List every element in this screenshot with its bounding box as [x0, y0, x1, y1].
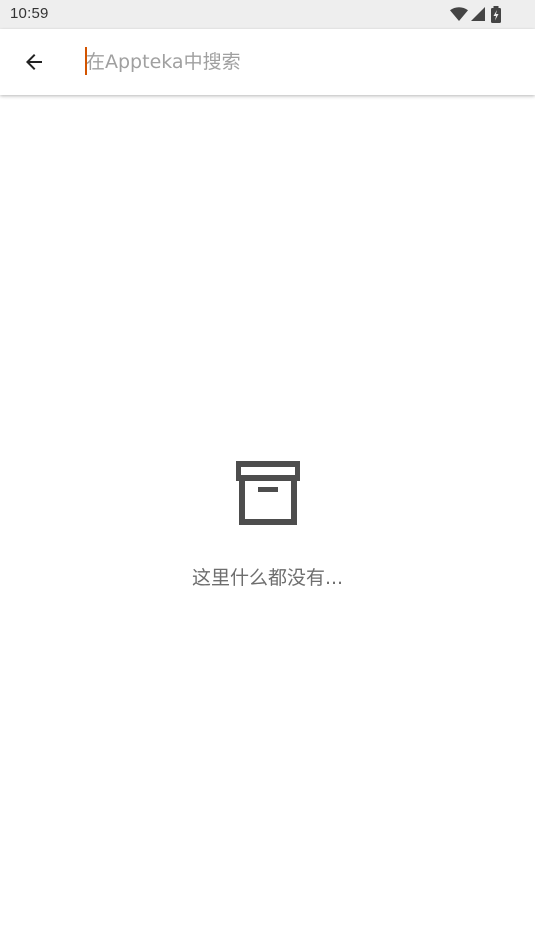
empty-state: 这里什么都没有...: [0, 460, 535, 590]
arrow-left-icon: [26, 54, 42, 70]
text-caret: [85, 47, 87, 75]
search-input[interactable]: [84, 42, 516, 82]
status-bar: 10:59: [0, 0, 535, 29]
status-time: 10:59: [10, 5, 49, 22]
cellular-signal-icon: [471, 6, 487, 23]
search-app-bar: [0, 29, 535, 95]
archive-box-icon: [235, 461, 300, 525]
wifi-icon: [450, 6, 468, 23]
back-button[interactable]: [12, 40, 56, 84]
status-icons: [450, 6, 502, 23]
battery-charging-icon: [490, 6, 502, 23]
empty-message: 这里什么都没有...: [191, 567, 344, 589]
